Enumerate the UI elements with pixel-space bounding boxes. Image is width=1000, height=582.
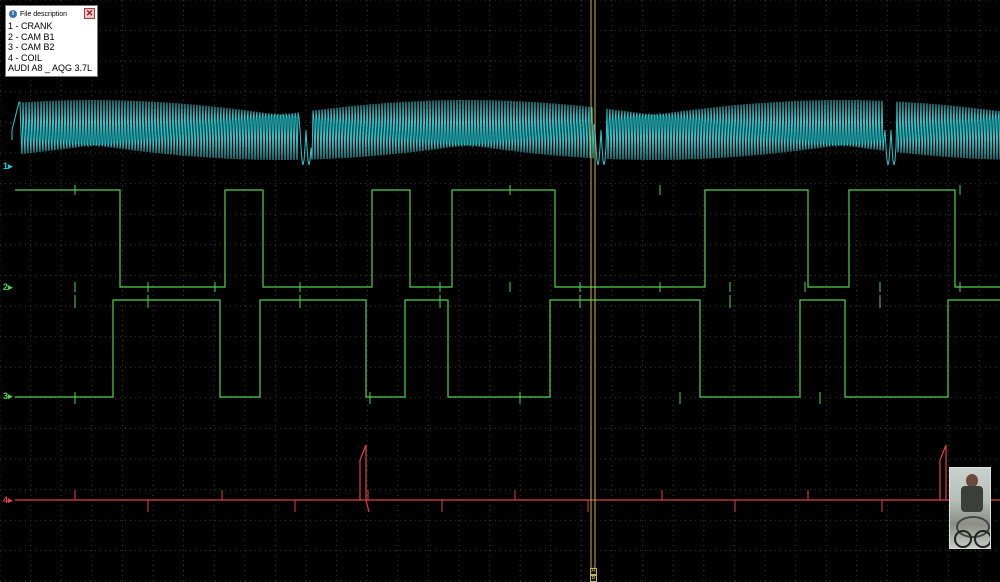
file-description-panel[interactable]: i File description ✕ 1 - CRANK 2 - CAM B… <box>5 5 98 77</box>
oscilloscope-display[interactable]: 1▸ 2▸ 3▸ 4▸ i File description ✕ 1 - CRA… <box>0 0 1000 582</box>
thumbnail-wheel <box>954 530 972 548</box>
crank-waveform <box>11 99 1000 166</box>
trace-coil <box>15 444 1000 513</box>
cam-b2-waveform <box>15 299 1000 398</box>
channel-3-marker[interactable]: 3▸ <box>3 391 13 401</box>
thumbnail-wheel <box>974 530 990 548</box>
description-line: 3 - CAM B2 <box>8 42 55 52</box>
description-line: 4 - COIL <box>8 52 43 63</box>
file-description-title: File description <box>20 10 68 18</box>
cursor-b-marker[interactable]: B <box>590 575 597 582</box>
webcam-thumbnail[interactable] <box>949 467 991 549</box>
channel-1-marker[interactable]: 1▸ <box>3 161 13 171</box>
waveform-canvas[interactable] <box>0 0 1000 582</box>
info-icon: i <box>9 10 17 18</box>
cursor-a-marker[interactable]: A <box>590 568 597 575</box>
grid <box>0 0 1000 582</box>
thumbnail-figure-body <box>961 486 983 512</box>
coil-ignition-event <box>939 444 947 500</box>
trace-cam-b2 <box>15 295 1000 404</box>
cam-b1-waveform <box>15 189 1000 288</box>
description-line: AUDI A8 _ AQG 3.7L <box>8 63 93 73</box>
close-icon[interactable]: ✕ <box>84 8 95 19</box>
file-description-header: i File description <box>9 8 67 20</box>
file-description-text: 1 - CRANK 2 - CAM B1 3 - CAM B2 4 - COIL… <box>8 21 92 74</box>
trace-crank <box>11 99 1000 166</box>
description-line: 2 - CAM B1 <box>8 31 55 42</box>
trace-cam-b1 <box>15 185 1000 292</box>
channel-2-marker[interactable]: 2▸ <box>3 282 13 292</box>
description-line: 1 - CRANK <box>8 21 53 31</box>
channel-4-marker[interactable]: 4▸ <box>3 495 13 505</box>
